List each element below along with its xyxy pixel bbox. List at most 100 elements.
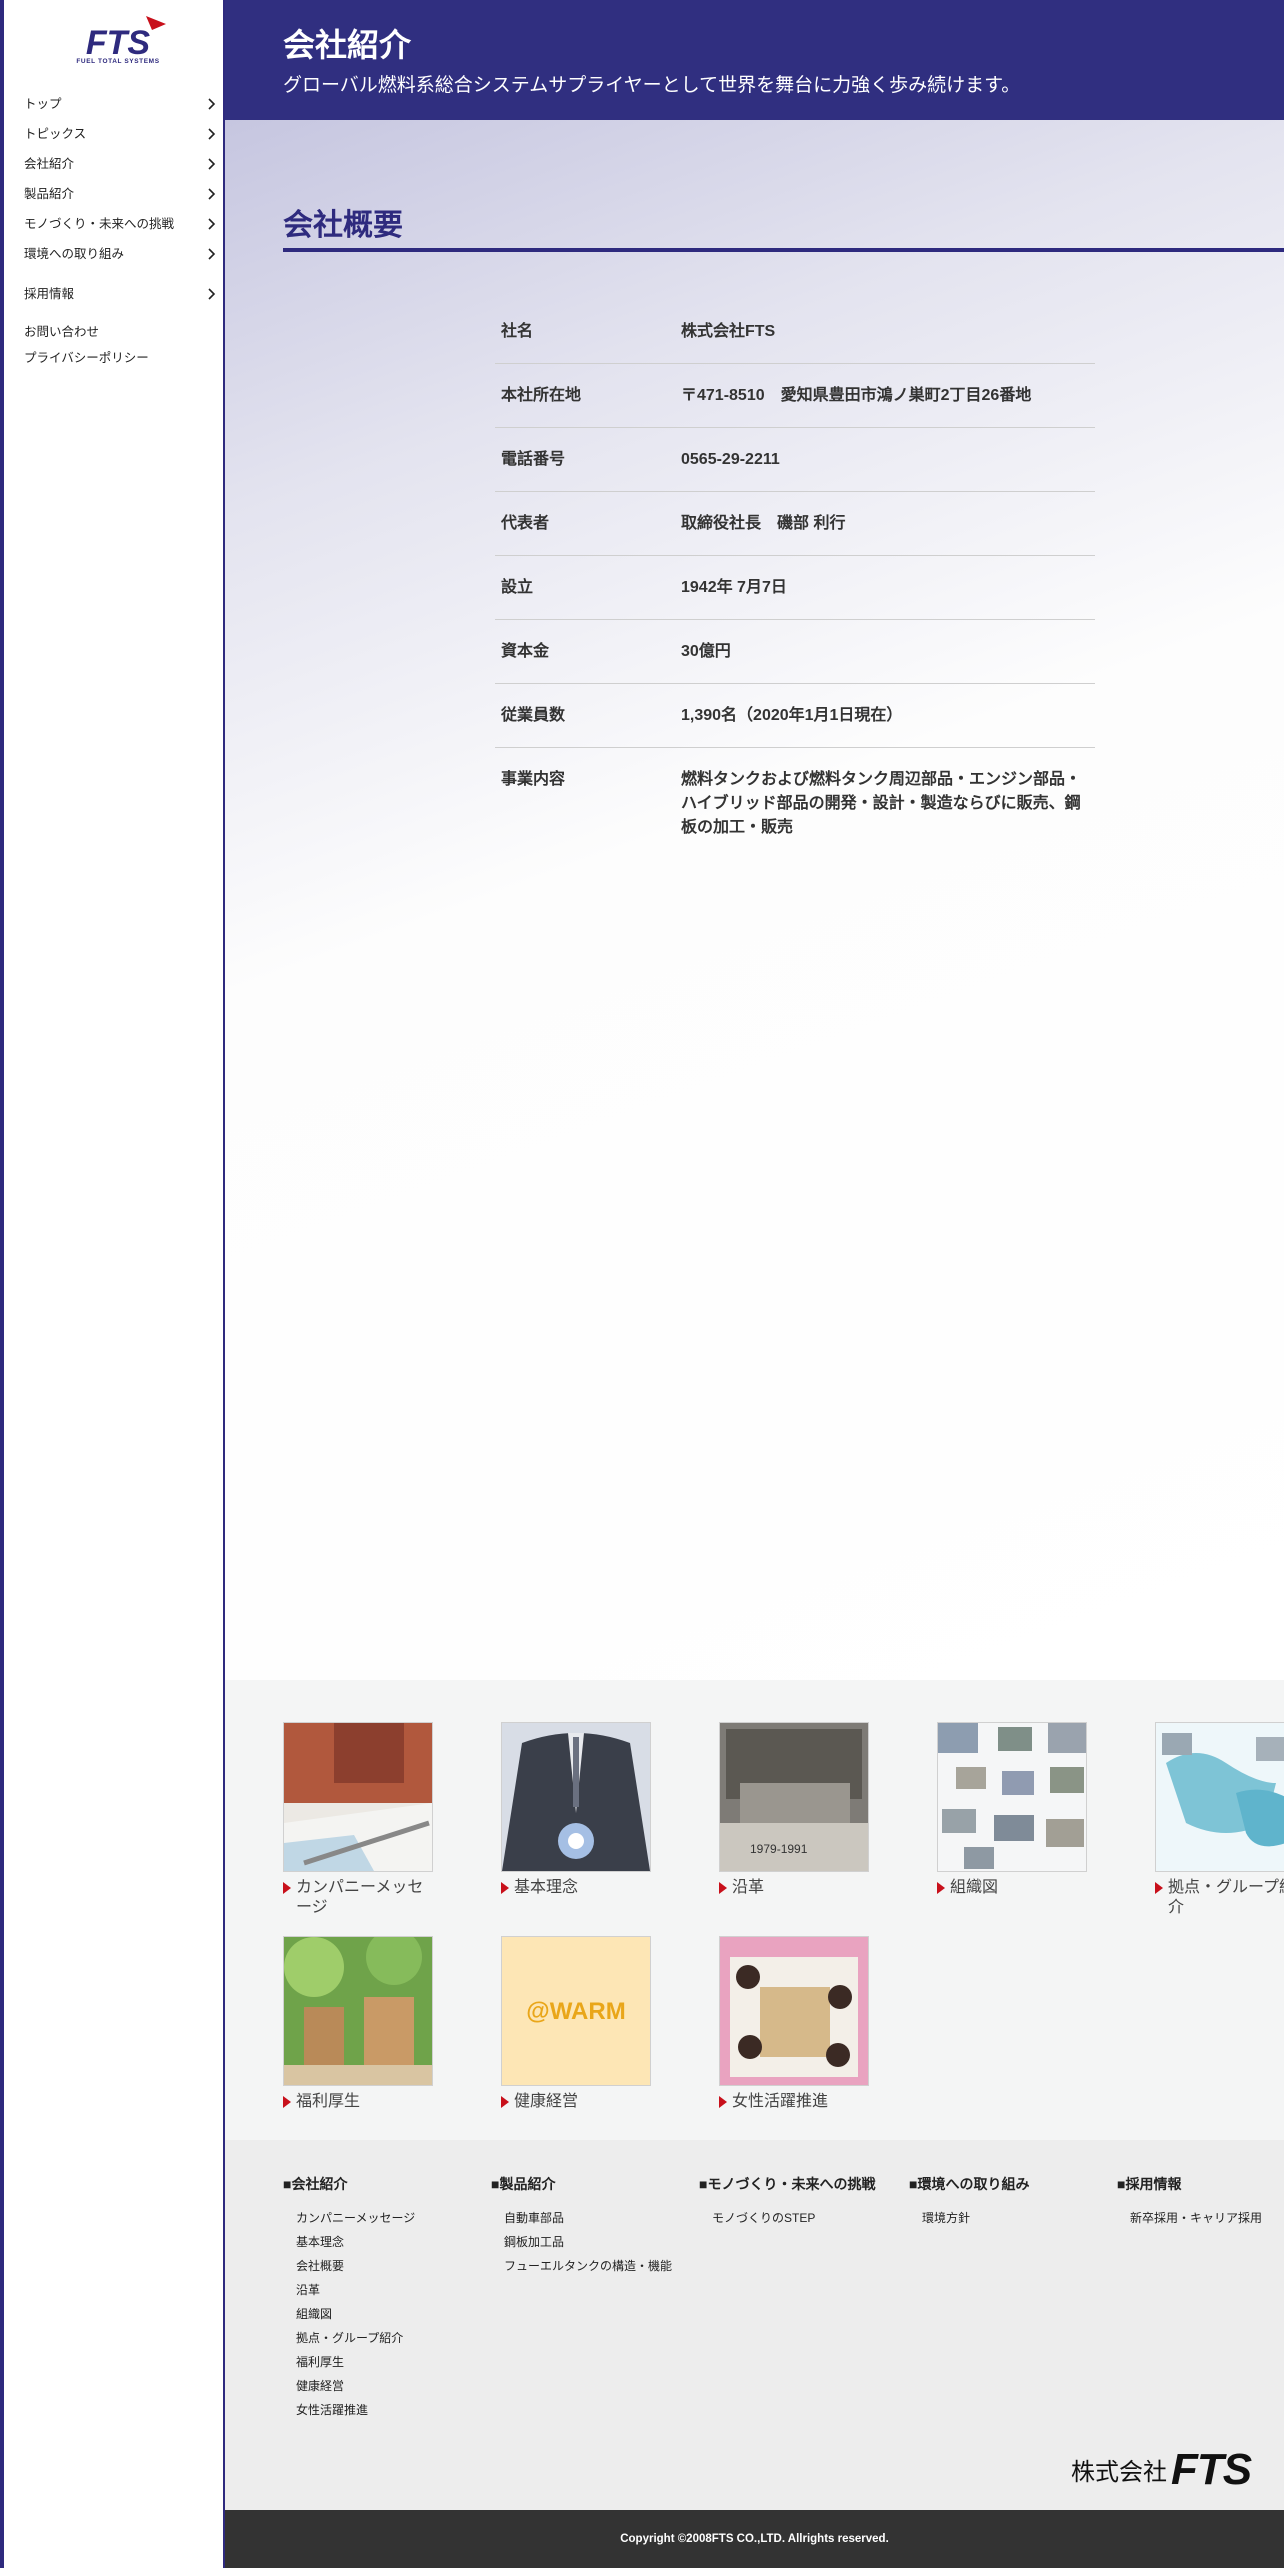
footer-col-title[interactable]: ■環境への取り組み <box>909 2174 1029 2194</box>
subpage-tiles: カンパニーメッセージ 基本理念 1979-1991 沿革 組織図 拠点・グループ… <box>225 1680 1284 2140</box>
chevron-right-icon <box>208 218 216 230</box>
row-value: 1,390名（2020年1月1日現在） <box>681 683 1095 748</box>
tile-company-message[interactable]: カンパニーメッセージ <box>283 1722 433 1918</box>
privacy-link[interactable]: プライバシーポリシー <box>24 348 214 368</box>
nav-item-recruit[interactable]: 採用情報 <box>24 282 219 312</box>
businessman-globe-photo <box>502 1723 650 1871</box>
tile-label: 組織図 <box>937 1878 1087 1898</box>
section-divider <box>283 248 1284 252</box>
tile-health-management[interactable]: @WARM 健康経営 <box>501 1936 651 2112</box>
chevron-right-icon <box>208 248 216 260</box>
pen-document-photo <box>284 1723 432 1871</box>
footer-col-title[interactable]: ■モノづくり・未来への挑戦 <box>699 2174 875 2194</box>
footer-link[interactable]: 環境方針 <box>922 2206 1029 2230</box>
footer-sitemap: ■会社紹介 カンパニーメッセージ 基本理念 会社概要 沿革 組織図 拠点・グルー… <box>225 2140 1284 2510</box>
overview-table: 社名 株式会社FTS 本社所在地 〒471-8510 愛知県豊田市鴻ノ巣町2丁目26… <box>495 300 1095 859</box>
history-photo: 1979-1991 <box>720 1723 868 1871</box>
chevron-right-icon <box>208 128 216 140</box>
meeting-photo <box>720 1937 868 2085</box>
footer-link[interactable]: 新卒採用・キャリア採用 <box>1130 2206 1262 2230</box>
page-header: 会社紹介 グローバル燃料系総合システムサプライヤーとして世界を舞台に力強く歩み続… <box>225 0 1284 120</box>
footer-link[interactable]: 鋼板加工品 <box>504 2230 672 2254</box>
footer-link[interactable]: 基本理念 <box>296 2230 415 2254</box>
page-subtitle: グローバル燃料系総合システムサプライヤーとして世界を舞台に力強く歩み続けます。 <box>283 75 1021 96</box>
tile-image: 1979-1991 <box>719 1722 869 1872</box>
fts-logo-mark: FTS <box>86 16 166 62</box>
tile-image: @WARM <box>501 1936 651 2086</box>
company-overview-section: 会社概要 社名 株式会社FTS 本社所在地 〒471-8510 愛知県豊田市鴻ノ巣町… <box>225 120 1284 1680</box>
contact-link[interactable]: お問い合わせ <box>24 322 214 342</box>
footer-col-title[interactable]: ■会社紹介 <box>283 2174 415 2194</box>
garden-chairs-photo <box>284 1937 432 2085</box>
sidebar: FTS FUEL TOTAL SYSTEMS トップ トピックス 会社紹介 製品… <box>0 0 225 2568</box>
footer-col-environment: ■環境への取り組み 環境方針 <box>909 2174 1029 2230</box>
table-row: 代表者 取締役社長 磯部 利行 <box>495 491 1095 556</box>
chevron-right-icon <box>208 188 216 200</box>
tile-basic-philosophy[interactable]: 基本理念 <box>501 1722 651 1898</box>
group-photos-collage <box>938 1723 1086 1871</box>
footer-link[interactable]: カンパニーメッセージ <box>296 2206 415 2230</box>
footer-link[interactable]: 沿革 <box>296 2278 415 2302</box>
table-row: 社名 株式会社FTS <box>495 300 1095 364</box>
nav-label: モノづくり・未来への挑戦 <box>24 217 175 231</box>
nav-item-products[interactable]: 製品紹介 <box>24 182 219 212</box>
footer-link[interactable]: 女性活躍推進 <box>296 2398 415 2422</box>
footer-link[interactable]: モノづくりのSTEP <box>712 2206 875 2230</box>
nav-label: 会社紹介 <box>24 157 75 171</box>
nav-item-environment[interactable]: 環境への取り組み <box>24 242 219 272</box>
tile-org-chart[interactable]: 組織図 <box>937 1722 1087 1898</box>
world-map-image <box>1156 1723 1284 1871</box>
tile-label: 沿革 <box>719 1878 869 1898</box>
table-row: 設立 1942年 7月7日 <box>495 555 1095 620</box>
row-value: 1942年 7月7日 <box>681 555 1095 620</box>
footer-col-title[interactable]: ■採用情報 <box>1117 2174 1262 2194</box>
chevron-right-icon <box>208 98 216 110</box>
svg-text:@WARM: @WARM <box>526 1998 625 2025</box>
footer-link[interactable]: 会社概要 <box>296 2254 415 2278</box>
sidebar-nav: トップ トピックス 会社紹介 製品紹介 モノづくり・未来への挑戦 環境への取り組… <box>24 92 219 312</box>
table-row: 事業内容 燃料タンクおよび燃料タンク周辺部品・エンジン部品・ハイブリッド部品の開発… <box>495 747 1095 859</box>
brand-prefix: 株式会社 <box>1071 2459 1167 2486</box>
copyright: Copyright ©2008FTS CO.,LTD. Allrights re… <box>225 2510 1284 2568</box>
tile-locations[interactable]: 拠点・グループ紹介 <box>1155 1722 1284 1918</box>
footer-link[interactable]: 自動車部品 <box>504 2206 672 2230</box>
chevron-right-icon <box>208 288 216 300</box>
brand-name: FTS <box>1171 2445 1252 2494</box>
nav-item-company[interactable]: 会社紹介 <box>24 152 219 182</box>
main: 会社紹介 グローバル燃料系総合システムサプライヤーとして世界を舞台に力強く歩み続… <box>225 0 1284 2568</box>
svg-text:1979-1991: 1979-1991 <box>750 1842 808 1856</box>
footer-link[interactable]: 健康経営 <box>296 2374 415 2398</box>
footer-link[interactable]: 福利厚生 <box>296 2350 415 2374</box>
row-value: 〒471-8510 愛知県豊田市鴻ノ巣町2丁目26番地 <box>681 363 1095 428</box>
svg-text:FTS: FTS <box>86 24 151 58</box>
row-value: 30億円 <box>681 619 1095 684</box>
row-key: 社名 <box>501 323 534 340</box>
warm-logo-image: @WARM <box>502 1937 650 2085</box>
footer-link[interactable]: フューエルタンクの構造・機能 <box>504 2254 672 2278</box>
tile-label: 女性活躍推進 <box>719 2092 869 2112</box>
tile-women-empowerment[interactable]: 女性活躍推進 <box>719 1936 869 2112</box>
table-row: 電話番号 0565-29-2211 <box>495 427 1095 492</box>
footer-link[interactable]: 拠点・グループ紹介 <box>296 2326 415 2350</box>
tile-welfare[interactable]: 福利厚生 <box>283 1936 433 2112</box>
row-key: 事業内容 <box>495 747 681 859</box>
nav-item-monozukuri[interactable]: モノづくり・未来への挑戦 <box>24 212 219 242</box>
footer-link[interactable]: 組織図 <box>296 2302 415 2326</box>
fts-logo[interactable]: FTS FUEL TOTAL SYSTEMS <box>66 14 170 70</box>
nav-item-topics[interactable]: トピックス <box>24 122 219 152</box>
chevron-right-icon <box>208 158 216 170</box>
nav-item-top[interactable]: トップ <box>24 92 219 122</box>
tile-image <box>937 1722 1087 1872</box>
nav-label: 環境への取り組み <box>24 247 125 261</box>
page-title: 会社紹介 <box>283 27 412 63</box>
company-brand-logo: 株式会社FTS <box>1071 2445 1252 2495</box>
footer-col-monozukuri: ■モノづくり・未来への挑戦 モノづくりのSTEP <box>699 2174 875 2230</box>
row-value: 株式会社FTS <box>681 323 776 340</box>
row-key: 設立 <box>495 555 681 620</box>
row-key: 従業員数 <box>495 683 681 748</box>
row-key: 資本金 <box>495 619 681 684</box>
tile-label: 福利厚生 <box>283 2092 433 2112</box>
tile-image <box>1155 1722 1284 1872</box>
footer-col-title[interactable]: ■製品紹介 <box>491 2174 672 2194</box>
tile-history[interactable]: 1979-1991 沿革 <box>719 1722 869 1898</box>
